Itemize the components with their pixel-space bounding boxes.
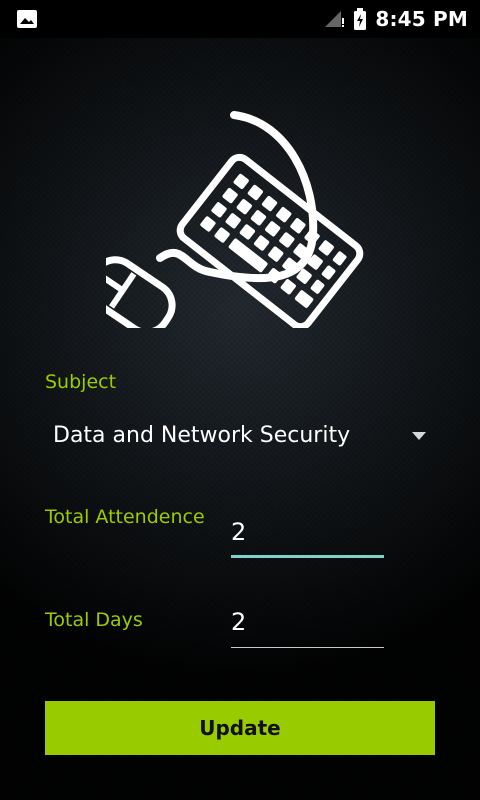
main-screen: Subject Data and Network Security Total … (0, 38, 480, 800)
total-attendance-value: 2 (231, 518, 247, 546)
image-icon (17, 10, 37, 28)
dropdown-arrow-icon (412, 432, 426, 440)
total-days-value: 2 (231, 608, 247, 636)
signal-icon (325, 11, 345, 27)
keyboard-mouse-icon (106, 111, 364, 328)
status-right-group: 8:45 PM (323, 0, 468, 38)
subject-label: Subject (45, 371, 117, 393)
status-bar: 8:45 PM (0, 0, 480, 38)
battery-icon (354, 8, 367, 30)
subject-dropdown[interactable]: Data and Network Security (44, 410, 434, 466)
subject-selected-value: Data and Network Security (53, 423, 351, 448)
total-days-underline (231, 647, 384, 648)
total-attendance-input[interactable]: 2 (231, 514, 384, 558)
update-button[interactable]: Update (45, 701, 435, 755)
total-attendance-underline (231, 555, 384, 558)
total-days-input[interactable]: 2 (231, 604, 384, 648)
total-attendance-label: Total Attendence (45, 506, 205, 528)
status-time: 8:45 PM (375, 7, 468, 31)
total-days-label: Total Days (45, 609, 143, 631)
